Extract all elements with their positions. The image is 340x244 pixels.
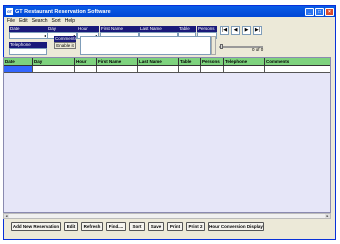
window-title: GT Restaurant Reservation Software: [15, 8, 111, 15]
column-header-hour[interactable]: Hour: [75, 58, 97, 65]
close-button[interactable]: ×: [325, 7, 334, 16]
menu-search[interactable]: Search: [32, 18, 48, 24]
grid-cell[interactable]: [201, 66, 224, 72]
reservation-form: Date ◂ Day ◂ Hour ◂ First Name Last Name…: [4, 25, 335, 57]
record-slider-thumb[interactable]: [220, 44, 223, 49]
column-header-table[interactable]: Table: [179, 58, 201, 65]
print-button[interactable]: Print: [167, 222, 183, 231]
column-header-comments[interactable]: Comments: [265, 58, 330, 65]
previous-record-button[interactable]: ◀: [231, 26, 240, 35]
grid-cell-selected[interactable]: [4, 66, 33, 72]
date-dropdown-icon[interactable]: ◂: [44, 33, 46, 38]
column-header-telephone[interactable]: Telephone: [224, 58, 265, 65]
telephone-field-group: Telephone: [9, 42, 47, 55]
column-header-persons[interactable]: Persons: [201, 58, 224, 65]
date-field-group: Date ◂: [9, 26, 48, 39]
grid-cell[interactable]: [75, 66, 97, 72]
first-record-button[interactable]: |◀: [220, 26, 229, 35]
telephone-input[interactable]: [9, 48, 47, 55]
grid-cell[interactable]: [265, 66, 330, 72]
comments-textarea[interactable]: [80, 36, 211, 55]
menu-sort[interactable]: Sort: [52, 18, 61, 24]
column-header-date[interactable]: Date: [4, 58, 33, 65]
add-new-reservation-button[interactable]: Add New Reservation: [11, 222, 61, 231]
minimize-button[interactable]: _: [305, 7, 314, 16]
edit-button[interactable]: Edit: [64, 222, 78, 231]
date-input[interactable]: ◂: [9, 32, 48, 39]
column-header-day[interactable]: Day: [33, 58, 75, 65]
grid-cell[interactable]: [33, 66, 75, 72]
find-button[interactable]: Find....: [106, 222, 126, 231]
hour-conversion-display-button[interactable]: Hour Conversion Display: [208, 222, 264, 231]
grid-cell[interactable]: [138, 66, 179, 72]
comments-scrollbar[interactable]: [211, 36, 216, 55]
grid-cell[interactable]: [179, 66, 201, 72]
sort-button[interactable]: Sort: [129, 222, 145, 231]
maximize-button[interactable]: □: [315, 7, 324, 16]
record-count: 0 of 0: [252, 47, 264, 52]
grid-cell[interactable]: [224, 66, 265, 72]
print-2-button[interactable]: Print 2: [186, 222, 205, 231]
scroll-left-icon[interactable]: ◂: [4, 214, 9, 218]
grid-cell[interactable]: [97, 66, 138, 72]
menu-bar: File Edit Search Sort Help: [4, 17, 335, 25]
title-bar[interactable]: GT GT Restaurant Reservation Software _ …: [4, 6, 335, 17]
reservations-grid[interactable]: Date Day Hour First Name Last Name Table…: [3, 57, 331, 213]
menu-edit[interactable]: Edit: [19, 18, 28, 24]
enable-it-button[interactable]: Enable it: [54, 42, 76, 49]
next-record-button[interactable]: ▶: [242, 26, 251, 35]
app-logo-icon: GT: [6, 8, 13, 15]
menu-file[interactable]: File: [7, 18, 15, 24]
table-row[interactable]: [4, 66, 330, 73]
column-header-last-name[interactable]: Last Name: [138, 58, 179, 65]
refresh-button[interactable]: Refresh: [81, 222, 103, 231]
last-record-button[interactable]: ▶|: [253, 26, 262, 35]
menu-help[interactable]: Help: [65, 18, 75, 24]
scroll-right-icon[interactable]: ▸: [325, 214, 330, 218]
column-header-first-name[interactable]: First Name: [97, 58, 138, 65]
horizontal-scrollbar[interactable]: ◂ ▸: [3, 213, 331, 219]
grid-header: Date Day Hour First Name Last Name Table…: [4, 58, 330, 66]
save-button[interactable]: Save: [148, 222, 164, 231]
